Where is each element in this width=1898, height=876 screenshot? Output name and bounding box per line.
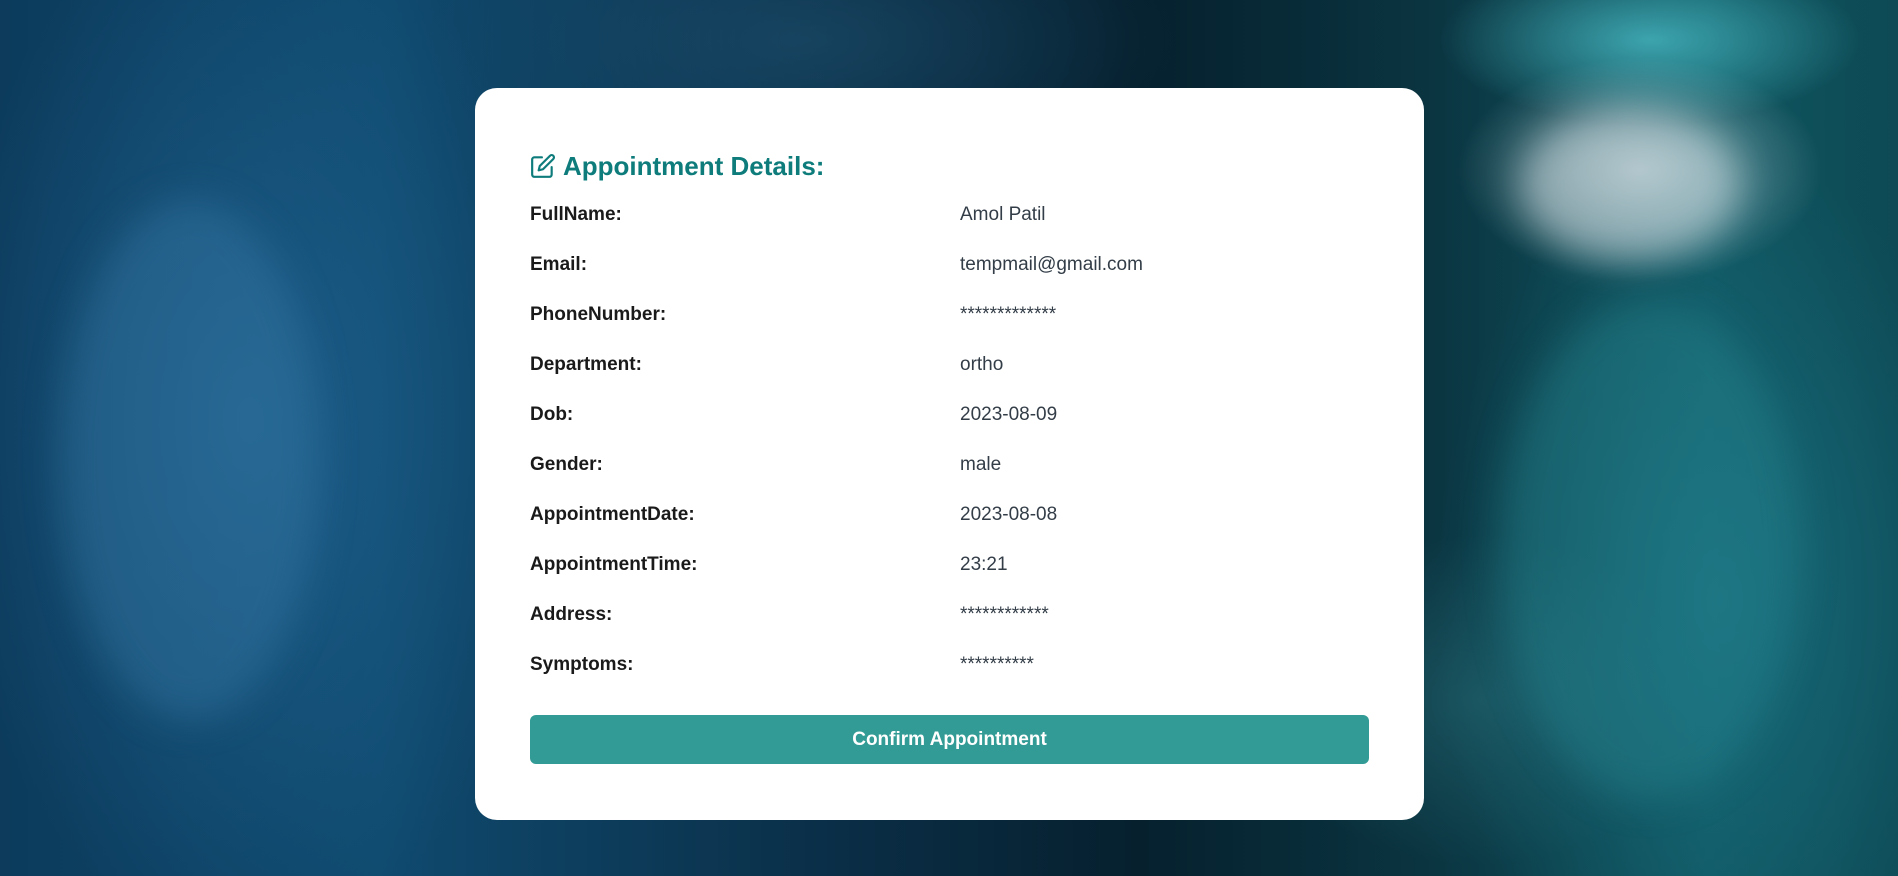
detail-value: 2023-08-09	[960, 404, 1058, 425]
background-fold	[1520, 110, 1740, 260]
detail-value: *************	[960, 304, 1057, 325]
detail-row-address: Address: ************	[530, 590, 1369, 640]
background-fold	[60, 200, 320, 720]
detail-value: ************	[960, 604, 1049, 625]
detail-label: Email:	[530, 254, 588, 275]
edit-icon	[530, 153, 556, 179]
detail-row-gender: Gender: male	[530, 440, 1369, 490]
detail-label: AppointmentTime:	[530, 554, 698, 575]
detail-row-appointment-time: AppointmentTime: 23:21	[530, 540, 1369, 590]
detail-row-email: Email: tempmail@gmail.com	[530, 240, 1369, 290]
confirm-appointment-button[interactable]: Confirm Appointment	[530, 715, 1369, 764]
detail-row-symptoms: Symptoms: **********	[530, 640, 1369, 690]
card-header: Appointment Details:	[530, 144, 1369, 188]
detail-row-fullname: FullName: Amol Patil	[530, 190, 1369, 240]
detail-label: PhoneNumber:	[530, 304, 667, 325]
detail-label: Dob:	[530, 404, 574, 425]
detail-value: 23:21	[960, 554, 1008, 575]
detail-value: **********	[960, 654, 1034, 675]
detail-label: Department:	[530, 354, 642, 375]
detail-value: male	[960, 454, 1002, 475]
detail-row-department: Department: ortho	[530, 340, 1369, 390]
details-list: FullName: Amol Patil Email: tempmail@gmail.…	[530, 190, 1369, 690]
detail-row-dob: Dob: 2023-08-09	[530, 390, 1369, 440]
detail-row-phone-number: PhoneNumber: *************	[530, 290, 1369, 340]
detail-label: FullName:	[530, 204, 622, 225]
detail-value: ortho	[960, 354, 1004, 375]
background-fold	[1500, 300, 1800, 800]
detail-value: 2023-08-08	[960, 504, 1058, 525]
detail-row-appointment-date: AppointmentDate: 2023-08-08	[530, 490, 1369, 540]
detail-label: AppointmentDate:	[530, 504, 695, 525]
detail-label: Address:	[530, 604, 613, 625]
detail-label: Gender:	[530, 454, 603, 475]
detail-value: tempmail@gmail.com	[960, 254, 1143, 275]
detail-label: Symptoms:	[530, 654, 634, 675]
detail-value: Amol Patil	[960, 204, 1046, 225]
card-title: Appointment Details:	[563, 150, 825, 181]
appointment-details-card: Appointment Details: FullName: Amol Patil…	[475, 88, 1424, 820]
